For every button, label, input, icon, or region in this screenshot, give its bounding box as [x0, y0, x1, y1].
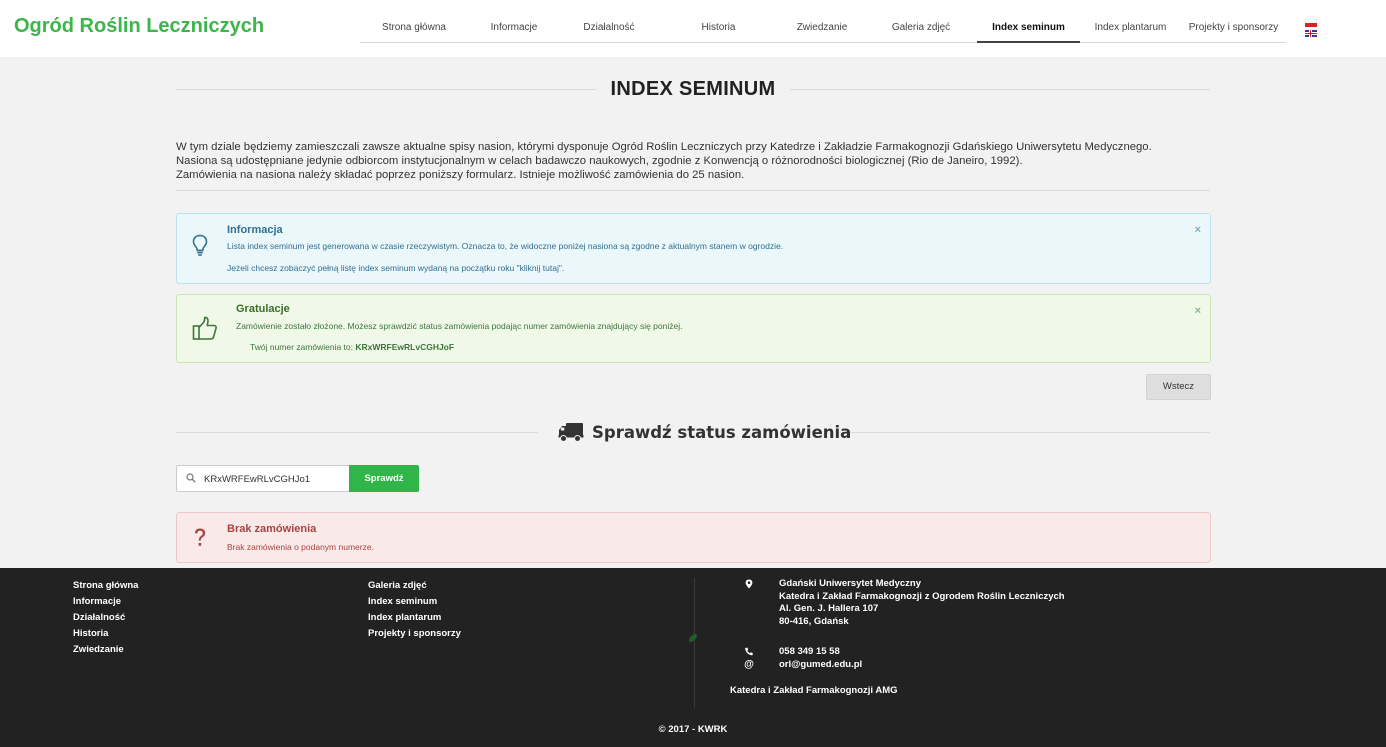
intro-line: W tym dziale będziemy zamieszczali zawsz…	[176, 141, 1152, 153]
intro-line: Nasiona są udostępniane jedynie odbiorco…	[176, 155, 1023, 167]
lightbulb-icon	[192, 234, 208, 256]
nav-item-index-plantarum[interactable]: Index plantarum	[1080, 13, 1181, 43]
footer-link-zwiedzanie[interactable]: Zwiedzanie	[73, 642, 138, 658]
intro-text: W tym dziale będziemy zamieszczali zawsz…	[176, 140, 1216, 182]
footer-link-index-seminum[interactable]: Index seminum	[368, 594, 461, 610]
info-alert-title: Informacja	[227, 224, 283, 236]
back-button[interactable]: Wstecz	[1146, 374, 1211, 400]
no-order-text: Brak zamówienia o podanym numerze.	[227, 542, 374, 552]
leaf-icon	[689, 634, 697, 642]
nav-item-zwiedzanie[interactable]: Zwiedzanie	[779, 13, 865, 43]
footer-contact: Gdański Uniwersytet Medyczny Katedra i Z…	[730, 578, 1065, 698]
success-alert: Gratulacje Zamówienie zostało złożone. M…	[176, 294, 1211, 363]
check-status-button[interactable]: Sprawdź	[349, 465, 419, 492]
intro-line: Zamówienia na nasiona należy składać pop…	[176, 169, 745, 181]
info-alert: Informacja Lista index seminum jest gene…	[176, 213, 1211, 284]
page-title-row: INDEX SEMINUM	[176, 78, 1210, 102]
thumbs-up-icon	[192, 316, 217, 340]
uk-flag-icon[interactable]	[1305, 30, 1317, 37]
site-logo-text[interactable]: Ogród Roślin Leczniczych	[14, 15, 264, 38]
order-number-input[interactable]	[204, 470, 344, 488]
order-number-label: Twój numer zamówienia to:	[250, 342, 353, 352]
close-icon[interactable]: ×	[1195, 305, 1201, 317]
phone-icon	[745, 647, 753, 656]
language-switcher	[1305, 19, 1317, 37]
success-alert-text: Zamówienie zostało złożone. Możesz spraw…	[236, 321, 683, 331]
at-icon: @	[744, 658, 754, 670]
no-order-title: Brak zamówienia	[227, 523, 317, 535]
footer: Strona główna Informacje Działalność His…	[0, 568, 1386, 747]
nav-item-projekty-i-sponsorzy[interactable]: Projekty i sponsorzy	[1181, 13, 1286, 43]
footer-nav-col1: Strona główna Informacje Działalność His…	[73, 578, 138, 658]
order-status-heading: Sprawdź status zamówienia	[176, 418, 1210, 446]
address-line: 80-416, Gdańsk	[779, 615, 849, 627]
copyright: © 2017 - KWRK	[658, 724, 728, 735]
address-line: Katedra i Zakład Farmakognozji z Ogrodem…	[779, 590, 1065, 602]
footer-link-index-plantarum[interactable]: Index plantarum	[368, 610, 461, 626]
pl-flag-icon[interactable]	[1305, 19, 1317, 27]
intro-divider	[176, 190, 1210, 191]
phone-number: 058 349 15 58	[779, 646, 840, 657]
email-link[interactable]: orl@gumed.edu.pl	[779, 659, 1065, 672]
nav-item-dzialalnosc[interactable]: Działalność	[560, 13, 658, 43]
footer-link-galeria-zdjec[interactable]: Galeria zdjęć	[368, 578, 461, 594]
order-number: KRxWRFEwRLvCGHJoF	[355, 342, 455, 352]
page-title: INDEX SEMINUM	[596, 78, 790, 100]
order-number-line: Twój numer zamówienia to: KRxWRFEwRLvCGH…	[250, 342, 454, 352]
full-list-link[interactable]: Jeżeli chcesz zobaczyć pełną listę index…	[227, 263, 564, 273]
truck-icon	[558, 423, 584, 442]
footer-link-projekty-i-sponsorzy[interactable]: Projekty i sponsorzy	[368, 626, 461, 642]
address-line: Al. Gen. J. Hallera 107	[779, 603, 879, 614]
success-alert-title: Gratulacje	[236, 303, 290, 315]
search-icon	[186, 473, 196, 483]
status-divider-right	[848, 432, 1210, 433]
question-mark-icon	[195, 528, 206, 546]
nav-item-index-seminum[interactable]: Index seminum	[977, 13, 1080, 43]
nav-item-galeria-zdjec[interactable]: Galeria zdjęć	[865, 13, 977, 43]
map-marker-icon	[745, 579, 753, 589]
close-icon[interactable]: ×	[1195, 224, 1201, 236]
nav-item-informacje[interactable]: Informacje	[468, 13, 560, 43]
footer-link-informacje[interactable]: Informacje	[73, 594, 138, 610]
department-name: Katedra i Zakład Farmakognozji AMG	[730, 685, 898, 696]
main-nav: Strona główna Informacje Działalność His…	[360, 13, 1286, 43]
footer-link-historia[interactable]: Historia	[73, 626, 138, 642]
no-order-alert: Brak zamówienia Brak zamówienia o podany…	[176, 512, 1211, 563]
footer-link-dzialalnosc[interactable]: Działalność	[73, 610, 138, 626]
order-status-title: Sprawdź status zamówienia	[592, 422, 852, 442]
order-search-box	[176, 465, 350, 492]
footer-link-strona-glowna[interactable]: Strona główna	[73, 578, 138, 594]
nav-item-strona-glowna[interactable]: Strona główna	[360, 13, 468, 43]
status-divider-left	[176, 432, 538, 433]
address-line: Gdański Uniwersytet Medyczny	[779, 578, 922, 589]
header: Ogród Roślin Leczniczych Strona główna I…	[0, 0, 1386, 57]
info-alert-text: Lista index seminum jest generowana w cz…	[227, 241, 784, 251]
nav-item-historia[interactable]: Historia	[658, 13, 779, 43]
footer-nav-col2: Galeria zdjęć Index seminum Index planta…	[368, 578, 461, 642]
